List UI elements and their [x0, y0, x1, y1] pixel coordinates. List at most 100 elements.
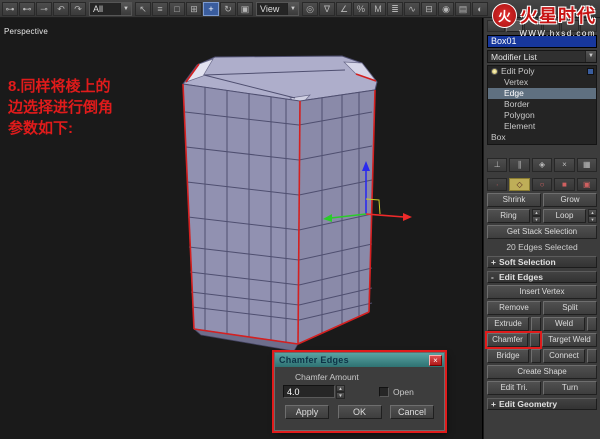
modifier-stack[interactable]: Edit Poly Vertex Edge Border Polygon Ele…	[487, 65, 597, 145]
stack-item-label: Border	[504, 99, 530, 109]
apply-button[interactable]: Apply	[285, 405, 329, 419]
stack-item-border[interactable]: Border	[488, 99, 596, 110]
vertex-mode-icon[interactable]: ∙	[487, 178, 508, 191]
connect-button[interactable]: Connect	[543, 349, 585, 363]
rollout-expand-icon[interactable]: +	[491, 399, 499, 409]
select-by-name-icon[interactable]: ≡	[152, 1, 168, 16]
insert-vertex-button[interactable]: Insert Vertex	[487, 285, 597, 299]
ok-button[interactable]: OK	[337, 405, 382, 419]
dialog-titlebar[interactable]: Chamfer Edges ×	[275, 353, 444, 367]
brand-url: WWW.hxsd.com	[519, 29, 596, 38]
stack-item-label: Edge	[504, 88, 524, 98]
remove-button[interactable]: Remove	[487, 301, 541, 315]
chamfer-settings-icon[interactable]	[530, 333, 540, 347]
turn-button[interactable]: Turn	[543, 381, 597, 395]
angle-snap-icon[interactable]: ∠	[336, 1, 352, 16]
dialog-title: Chamfer Edges	[279, 355, 349, 365]
spinner-down-icon[interactable]: ▼	[588, 216, 597, 223]
get-stack-selection-button[interactable]: Get Stack Selection	[487, 225, 597, 239]
ring-spinner[interactable]: ▲ ▼	[532, 209, 541, 223]
edit-tri-button[interactable]: Edit Tri.	[487, 381, 541, 395]
select-and-move-icon[interactable]: +	[203, 1, 219, 16]
edge-mode-icon[interactable]: ◇	[509, 178, 530, 191]
polygon-mode-icon[interactable]: ■	[554, 178, 575, 191]
shrink-button[interactable]: Shrink	[487, 193, 541, 207]
show-end-result-icon[interactable]: ∥	[509, 158, 530, 172]
element-mode-icon[interactable]: ▣	[576, 178, 598, 191]
ring-button[interactable]: Ring	[487, 209, 530, 223]
unlink-selection-icon[interactable]: ⊷	[19, 1, 35, 16]
rectangular-selection-icon[interactable]: □	[169, 1, 185, 16]
watermark: 火 火星时代 WWW.hxsd.com	[492, 2, 596, 38]
spinner-up-icon[interactable]: ▲	[588, 209, 597, 216]
make-unique-icon[interactable]: ◈	[531, 158, 553, 172]
configure-modifier-sets-icon[interactable]: ▦	[576, 158, 598, 172]
cancel-button[interactable]: Cancel	[390, 405, 434, 419]
mirror-icon[interactable]: M	[370, 1, 386, 16]
stack-item-label: Vertex	[504, 77, 529, 87]
chamfer-edges-dialog[interactable]: Chamfer Edges × Chamfer Amount 4.0 ▲ ▼ O…	[274, 352, 445, 431]
spinner-up-icon[interactable]: ▲	[336, 385, 345, 392]
selection-filter-dropdown[interactable]: All ▼	[89, 1, 132, 16]
dialog-body: Chamfer Amount 4.0 ▲ ▼ Open Apply OK Can…	[275, 367, 444, 419]
extrude-settings-icon[interactable]	[531, 317, 541, 331]
weld-button[interactable]: Weld	[543, 317, 585, 331]
select-and-link-icon[interactable]: ⊶	[2, 1, 18, 16]
schematic-view-icon[interactable]: ⊟	[421, 1, 437, 16]
visibility-bulb-icon[interactable]	[491, 68, 498, 75]
percent-snap-icon[interactable]: %	[353, 1, 369, 16]
border-mode-icon[interactable]: ○	[531, 178, 553, 191]
remove-modifier-icon[interactable]: ×	[554, 158, 575, 172]
open-checkbox[interactable]	[379, 386, 389, 397]
curve-editor-icon[interactable]: ∿	[404, 1, 420, 16]
bridge-settings-icon[interactable]	[531, 349, 541, 363]
chamfer-amount-spinner[interactable]: ▲ ▼	[336, 385, 345, 399]
perspective-viewport[interactable]: Perspective 8.同样将棱上的 边选择进行倒角 参数如下: Chamf…	[0, 18, 483, 439]
rollout-soft-selection[interactable]: + Soft Selection	[487, 256, 597, 268]
select-object-icon[interactable]: ↖	[135, 1, 151, 16]
use-pivot-center-icon[interactable]: ◎	[302, 1, 318, 16]
quick-render-icon[interactable]: ◐	[472, 1, 488, 16]
select-and-rotate-icon[interactable]: ↻	[220, 1, 236, 16]
stack-item-box[interactable]: Box	[488, 132, 596, 143]
target-weld-button[interactable]: Target Weld	[542, 333, 597, 347]
spinner-up-icon[interactable]: ▲	[532, 209, 541, 216]
material-editor-icon[interactable]: ◉	[438, 1, 454, 16]
stack-item-polygon[interactable]: Polygon	[488, 110, 596, 121]
close-icon[interactable]: ×	[429, 354, 442, 366]
modifier-active-icon	[587, 68, 594, 75]
reference-coordinate-dropdown[interactable]: View ▼	[256, 1, 299, 16]
spinner-down-icon[interactable]: ▼	[336, 392, 345, 399]
weld-settings-icon[interactable]	[587, 317, 597, 331]
rollout-expand-icon[interactable]: +	[491, 257, 499, 267]
bridge-button[interactable]: Bridge	[487, 349, 529, 363]
grow-button[interactable]: Grow	[543, 193, 597, 207]
create-shape-button[interactable]: Create Shape	[487, 365, 597, 379]
stack-item-edit-poly[interactable]: Edit Poly	[488, 66, 596, 77]
chamfer-button[interactable]: Chamfer	[487, 333, 528, 347]
rollout-edit-geometry[interactable]: + Edit Geometry	[487, 398, 597, 410]
bind-to-space-warp-icon[interactable]: ⊸	[36, 1, 52, 16]
rollout-collapse-icon[interactable]: -	[491, 272, 499, 282]
window-crossing-icon[interactable]: ⊞	[186, 1, 202, 16]
redo-icon[interactable]: ↷	[70, 1, 86, 16]
stack-item-label: Box	[491, 132, 506, 142]
render-setup-icon[interactable]: ▤	[455, 1, 471, 16]
modifier-list-dropdown[interactable]: Modifier List ▼	[487, 50, 597, 63]
undo-icon[interactable]: ↶	[53, 1, 69, 16]
snap-toggle-icon[interactable]: ∇	[319, 1, 335, 16]
select-and-scale-icon[interactable]: ▣	[237, 1, 253, 16]
align-icon[interactable]: ≣	[387, 1, 403, 16]
pin-stack-icon[interactable]: ⊥	[487, 158, 508, 172]
stack-item-vertex[interactable]: Vertex	[488, 77, 596, 88]
rollout-edit-edges[interactable]: - Edit Edges	[487, 271, 597, 283]
loop-spinner[interactable]: ▲ ▼	[588, 209, 597, 223]
split-button[interactable]: Split	[543, 301, 597, 315]
loop-button[interactable]: Loop	[543, 209, 586, 223]
stack-item-element[interactable]: Element	[488, 121, 596, 132]
spinner-down-icon[interactable]: ▼	[532, 216, 541, 223]
chamfer-amount-input[interactable]: 4.0	[283, 385, 335, 398]
stack-item-edge[interactable]: Edge	[488, 88, 596, 99]
connect-settings-icon[interactable]	[587, 349, 597, 363]
extrude-button[interactable]: Extrude	[487, 317, 529, 331]
